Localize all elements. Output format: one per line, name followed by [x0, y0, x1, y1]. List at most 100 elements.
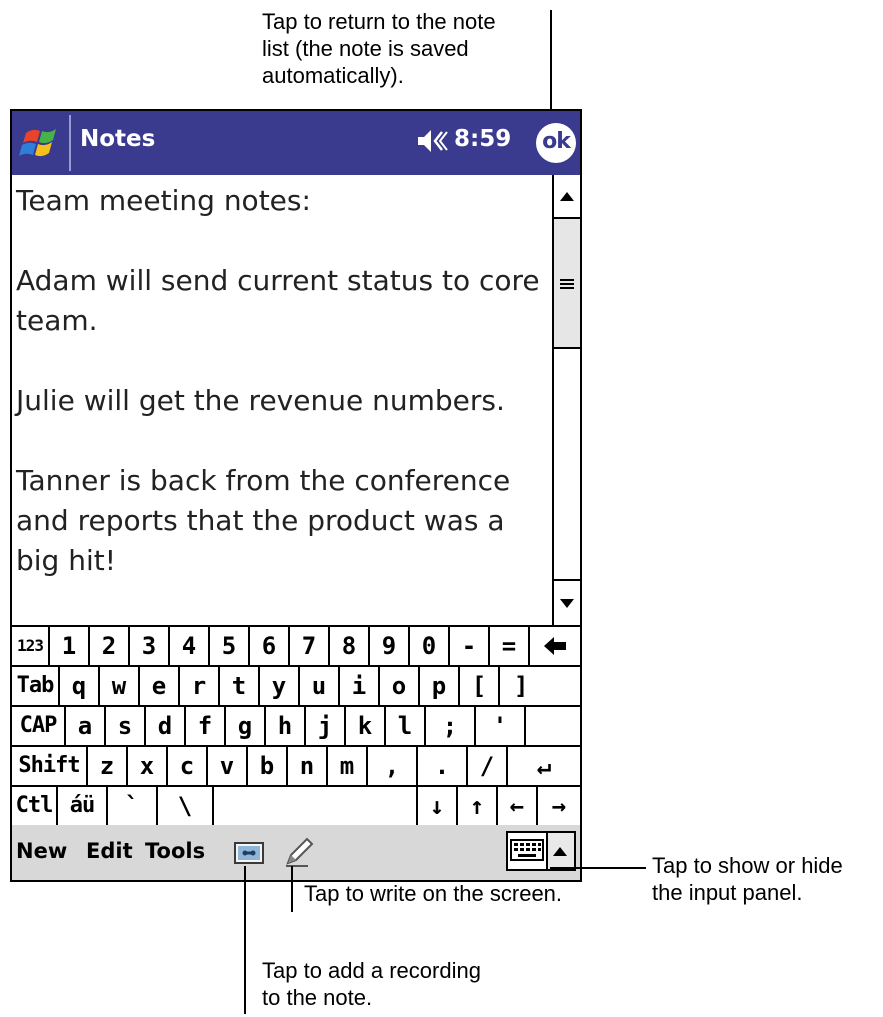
key-w[interactable]: w: [100, 667, 140, 705]
key-j[interactable]: j: [306, 707, 346, 745]
key-shift[interactable]: Shift: [12, 747, 88, 785]
keyboard-row-qwerty: Tab q w e r t y u i o p [ ]: [12, 667, 580, 707]
keyboard-row-home: CAP a s d f g h j k l ; ': [12, 707, 580, 747]
key-9[interactable]: 9: [370, 627, 410, 665]
key-backslash[interactable]: \: [158, 787, 214, 825]
key-semicolon[interactable]: ;: [426, 707, 476, 745]
key-tab[interactable]: Tab: [12, 667, 60, 705]
grip-icon: [560, 279, 574, 289]
key-l[interactable]: l: [386, 707, 426, 745]
key-equals[interactable]: =: [490, 627, 530, 665]
key-right-bracket[interactable]: ]: [500, 667, 580, 705]
ok-button[interactable]: ok: [536, 123, 576, 163]
key-b[interactable]: b: [248, 747, 288, 785]
key-arrow-down[interactable]: ↓: [418, 787, 458, 825]
menu-tools[interactable]: Tools: [145, 839, 205, 863]
scroll-down-button[interactable]: [554, 579, 580, 625]
key-c[interactable]: c: [168, 747, 208, 785]
key-slash[interactable]: /: [468, 747, 508, 785]
key-e[interactable]: e: [140, 667, 180, 705]
keyboard-icon: [510, 839, 544, 861]
key-2[interactable]: 2: [90, 627, 130, 665]
key-o[interactable]: o: [380, 667, 420, 705]
key-minus[interactable]: -: [450, 627, 490, 665]
key-u[interactable]: u: [300, 667, 340, 705]
keyboard-row-shift: Shift z x c v b n m , . / ↵: [12, 747, 580, 787]
key-123[interactable]: 123: [12, 627, 50, 665]
command-bar: New Edit Tools: [12, 825, 580, 880]
soft-keyboard: 123 1 2 3 4 5 6 7 8 9 0 - = Tab q w e r …: [12, 625, 580, 825]
callout-ok-line-3: automatically).: [262, 63, 404, 88]
app-title: Notes: [80, 126, 156, 152]
key-ctrl[interactable]: Ctl: [12, 787, 58, 825]
note-line: Julie will get the revenue numbers.: [16, 384, 505, 417]
callout-input-panel-leader: [550, 867, 646, 869]
key-5[interactable]: 5: [210, 627, 250, 665]
key-3[interactable]: 3: [130, 627, 170, 665]
key-t[interactable]: t: [220, 667, 260, 705]
menu-new[interactable]: New: [16, 839, 67, 863]
key-1[interactable]: 1: [50, 627, 90, 665]
note-line: Tanner is back from the conference: [16, 464, 511, 497]
key-8[interactable]: 8: [330, 627, 370, 665]
key-z[interactable]: z: [88, 747, 128, 785]
note-line: big hit!: [16, 544, 116, 577]
key-accents[interactable]: áü: [58, 787, 108, 825]
key-caps[interactable]: CAP: [12, 707, 66, 745]
menu-edit[interactable]: Edit: [86, 839, 133, 863]
key-arrow-left[interactable]: ←: [498, 787, 538, 825]
key-enter[interactable]: ↵: [508, 747, 580, 785]
windows-start-icon[interactable]: [18, 119, 66, 167]
key-q[interactable]: q: [60, 667, 100, 705]
key-4[interactable]: 4: [170, 627, 210, 665]
key-g[interactable]: g: [226, 707, 266, 745]
key-d[interactable]: d: [146, 707, 186, 745]
scroll-up-button[interactable]: [554, 175, 580, 219]
key-backtick[interactable]: `: [108, 787, 158, 825]
vertical-scrollbar[interactable]: [552, 175, 580, 625]
callout-record-line-2: to the note.: [262, 985, 373, 1010]
callout-record-leader: [244, 866, 246, 1014]
scroll-thumb[interactable]: [554, 219, 580, 349]
callout-write-leader: [291, 866, 293, 912]
callout-ok-line-2: list (the note is saved: [262, 36, 469, 61]
key-x[interactable]: x: [128, 747, 168, 785]
key-i[interactable]: i: [340, 667, 380, 705]
callout-ok-leader: [550, 10, 552, 120]
input-panel-button[interactable]: [506, 831, 548, 871]
key-v[interactable]: v: [208, 747, 248, 785]
key-h[interactable]: h: [266, 707, 306, 745]
key-6[interactable]: 6: [250, 627, 290, 665]
pen-icon[interactable]: [282, 835, 316, 869]
key-n[interactable]: n: [288, 747, 328, 785]
key-p[interactable]: p: [420, 667, 460, 705]
key-apostrophe[interactable]: ': [476, 707, 526, 745]
key-arrow-right[interactable]: →: [538, 787, 580, 825]
key-7[interactable]: 7: [290, 627, 330, 665]
note-line: and reports that the product was a: [16, 504, 505, 537]
callout-record: Tap to add a recording to the note.: [262, 957, 481, 1011]
key-y[interactable]: y: [260, 667, 300, 705]
key-0[interactable]: 0: [410, 627, 450, 665]
speaker-icon[interactable]: [416, 126, 448, 156]
input-method-selector[interactable]: [548, 831, 576, 871]
key-arrow-up[interactable]: ↑: [458, 787, 498, 825]
key-m[interactable]: m: [328, 747, 368, 785]
callout-input-panel-line-1: Tap to show or hide: [652, 853, 843, 878]
key-period[interactable]: .: [418, 747, 468, 785]
keyboard-row-bottom: Ctl áü ` \ ↓ ↑ ← →: [12, 787, 580, 827]
key-space[interactable]: [214, 787, 418, 825]
callout-write: Tap to write on the screen.: [304, 881, 563, 906]
key-backspace[interactable]: [530, 627, 580, 665]
key-r[interactable]: r: [180, 667, 220, 705]
key-f[interactable]: f: [186, 707, 226, 745]
callout-ok-line-1: Tap to return to the note: [262, 9, 496, 34]
clock[interactable]: 8:59: [454, 126, 511, 152]
recording-icon[interactable]: [234, 842, 264, 864]
key-k[interactable]: k: [346, 707, 386, 745]
key-a[interactable]: a: [66, 707, 106, 745]
note-text-area[interactable]: Team meeting notes: Adam will send curre…: [12, 175, 552, 625]
key-s[interactable]: s: [106, 707, 146, 745]
key-comma[interactable]: ,: [368, 747, 418, 785]
key-left-bracket[interactable]: [: [460, 667, 500, 705]
